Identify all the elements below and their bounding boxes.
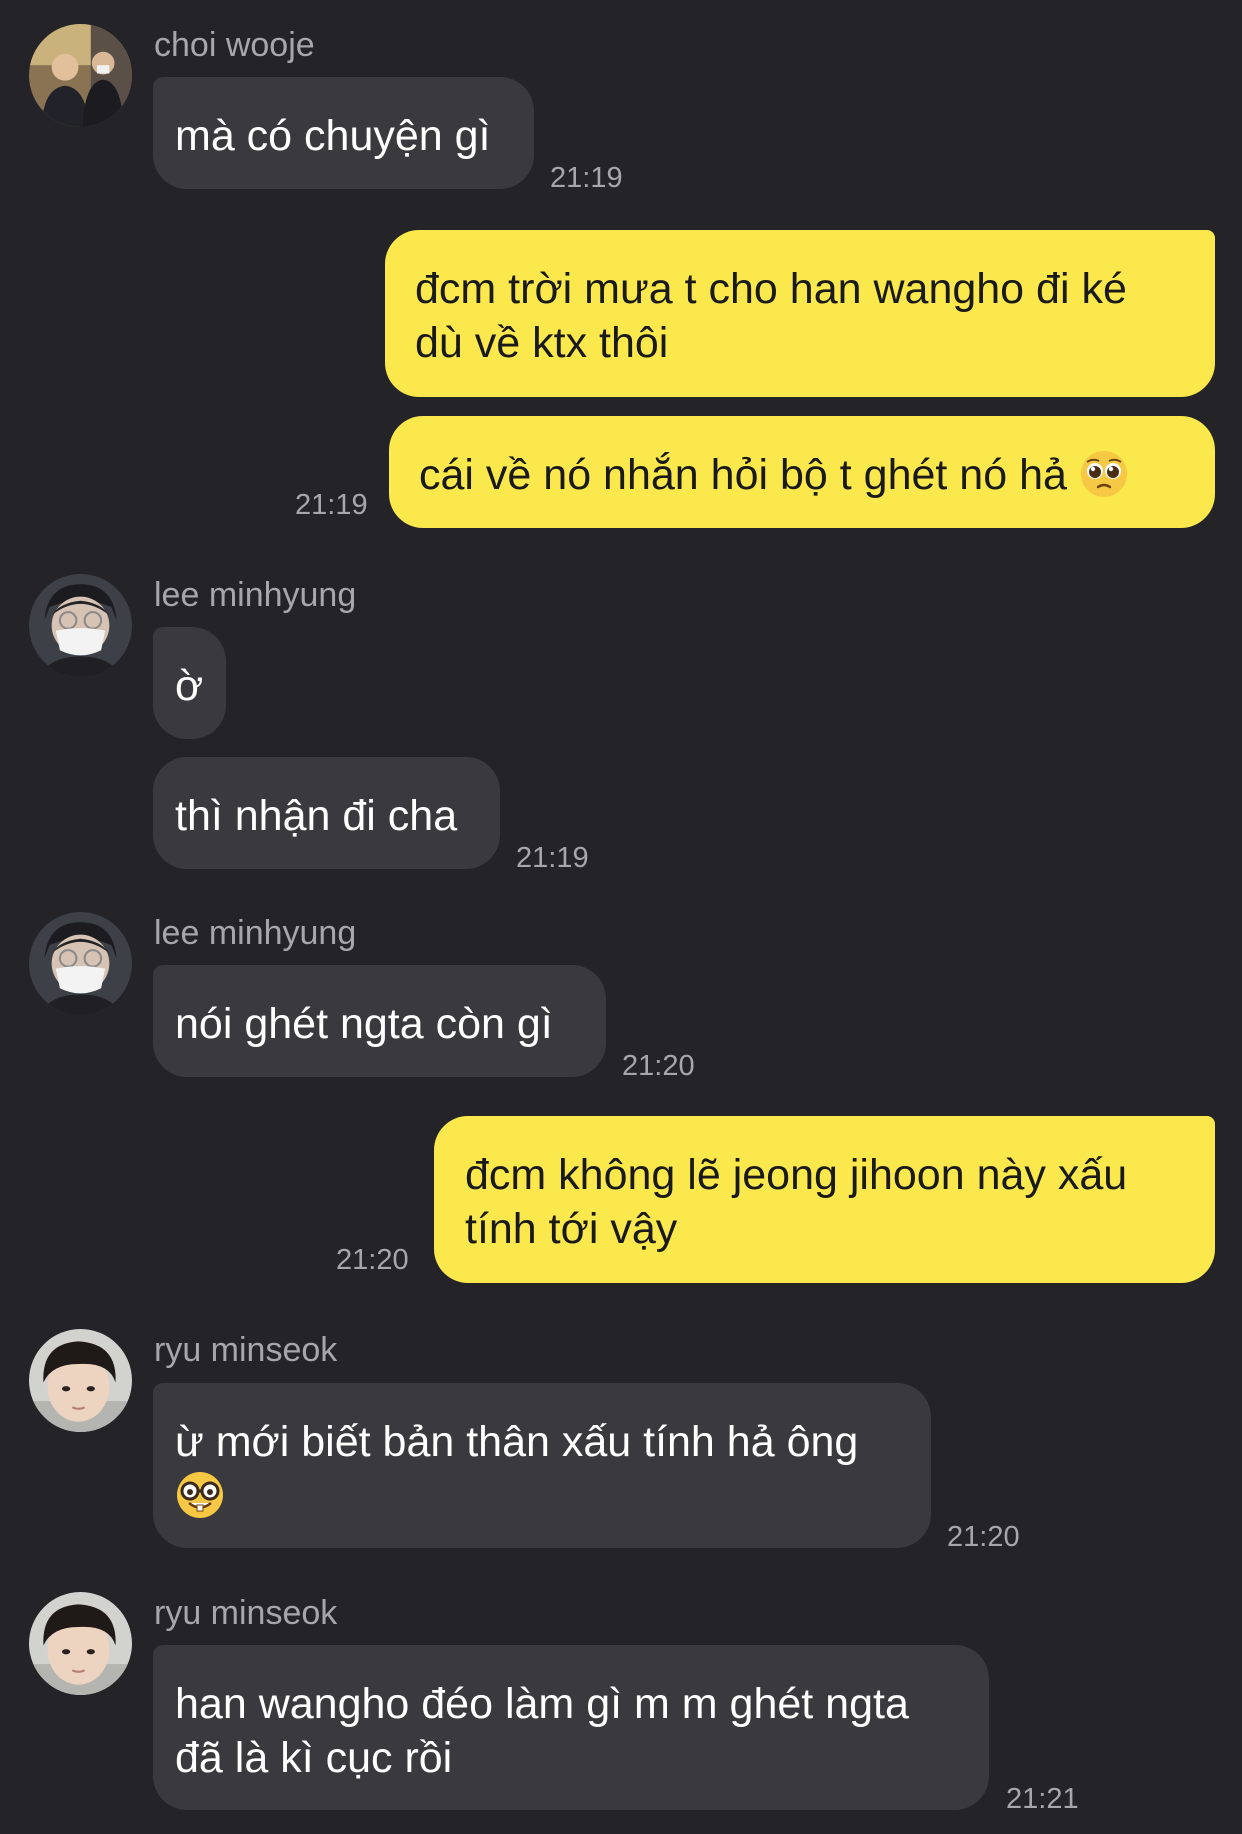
message-bubble[interactable]: ờ	[153, 627, 226, 739]
sender-name: choi wooje	[154, 26, 315, 64]
avatar-lee-minhyung[interactable]	[29, 574, 132, 677]
pleading-face-icon	[1079, 449, 1129, 499]
avatar-choi-wooje[interactable]	[29, 24, 132, 127]
message-bubble[interactable]: đcm trời mưa t cho han wangho đi ké dù v…	[385, 230, 1215, 397]
message-text: đã là kì cục rồi	[175, 1734, 453, 1782]
sender-name: ryu minseok	[154, 1331, 338, 1369]
message-bubble[interactable]: nói ghét ngta còn gì	[153, 965, 606, 1077]
message-text: dù về ktx thôi	[415, 319, 669, 367]
message-time: 21:20	[336, 1244, 409, 1276]
sender-name: lee minhyung	[154, 914, 357, 952]
avatar-lee-minhyung[interactable]	[29, 912, 132, 1015]
message-time: 21:19	[516, 842, 589, 874]
message-time: 21:19	[295, 489, 368, 521]
sender-name: lee minhyung	[154, 576, 357, 614]
message-bubble[interactable]: han wangho đéo làm gì m m ghét ngta đã l…	[153, 1645, 989, 1810]
message-bubble[interactable]: mà có chuyện gì	[153, 77, 534, 189]
message-text: nói ghét ngta còn gì	[175, 1000, 553, 1048]
message-time: 21:20	[947, 1521, 1020, 1553]
message-time: 21:21	[1006, 1783, 1079, 1815]
message-text: mà có chuyện gì	[175, 112, 491, 160]
avatar-ryu-minseok[interactable]	[29, 1592, 132, 1695]
sender-name: ryu minseok	[154, 1594, 338, 1632]
message-text: đcm không lẽ jeong jihoon này xấu	[465, 1151, 1128, 1199]
message-time: 21:19	[550, 162, 623, 194]
message-bubble[interactable]: đcm không lẽ jeong jihoon này xấu tính t…	[434, 1116, 1215, 1283]
message-text: ừ mới biết bản thân xấu tính hả ông	[175, 1418, 859, 1466]
message-text: tính tới vậy	[465, 1205, 678, 1253]
message-text: ờ	[175, 662, 204, 710]
message-time: 21:20	[622, 1050, 695, 1082]
nerd-face-icon	[175, 1470, 225, 1520]
message-text: thì nhận đi cha	[175, 792, 458, 840]
message-bubble[interactable]: thì nhận đi cha	[153, 757, 500, 869]
message-text: đcm trời mưa t cho han wangho đi ké	[415, 265, 1127, 313]
avatar-ryu-minseok[interactable]	[29, 1329, 132, 1432]
message-bubble[interactable]: cái về nó nhắn hỏi bộ t ghét nó hả	[389, 416, 1215, 528]
message-bubble[interactable]: ừ mới biết bản thân xấu tính hả ông	[153, 1383, 931, 1548]
message-text: han wangho đéo làm gì m m ghét ngta	[175, 1680, 909, 1728]
message-text: cái về nó nhắn hỏi bộ t ghét nó hả	[419, 451, 1067, 499]
